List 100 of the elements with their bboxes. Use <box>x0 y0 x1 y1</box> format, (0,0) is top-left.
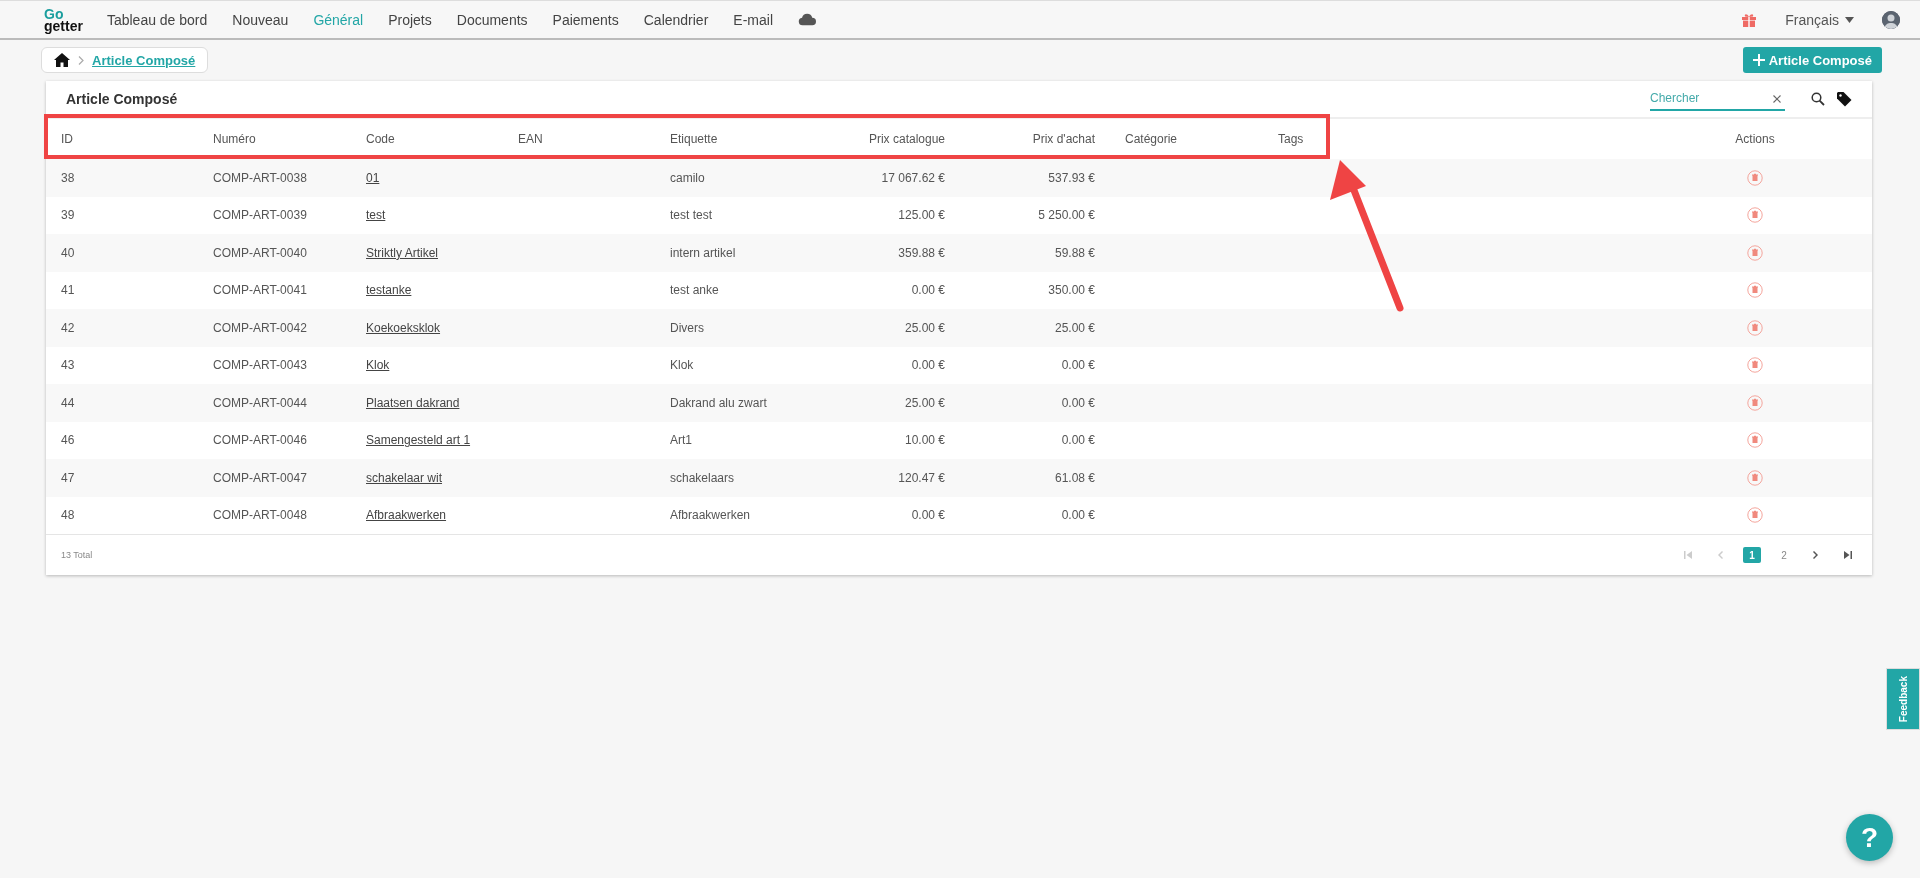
table-cell-text: 44 <box>60 395 76 410</box>
nav-item[interactable]: Paiements <box>552 11 619 28</box>
language-dropdown[interactable]: Français <box>1785 11 1854 28</box>
table-cell-text: Dakrand alu zwart <box>669 395 768 410</box>
table-cell-text: 17 067.62 € <box>880 170 946 185</box>
table-cell-text: 0.00 € <box>910 508 946 523</box>
delete-icon[interactable] <box>1747 432 1763 449</box>
delete-icon[interactable] <box>1747 244 1763 261</box>
table-cell-text: 43 <box>60 358 76 373</box>
table-cell-text: 46 <box>60 433 76 448</box>
code-link[interactable]: Koekoeksklok <box>366 320 441 335</box>
delete-icon[interactable] <box>1747 469 1763 486</box>
code-link[interactable]: schakelaar wit <box>366 470 443 485</box>
table-cell-text: 25.00 € <box>1053 320 1096 335</box>
table-cell-text: COMP-ART-0046 <box>212 433 308 448</box>
tag-icon[interactable] <box>1837 91 1852 107</box>
table-cell-text: schakelaars <box>669 470 736 485</box>
table-cell-text: test anke <box>669 283 720 298</box>
nav-item[interactable]: Nouveau <box>232 11 289 28</box>
table-cell-text: intern artikel <box>669 245 737 260</box>
search-field[interactable]: Chercher <box>1650 87 1785 111</box>
delete-icon[interactable] <box>1747 357 1763 374</box>
table-cell-text: test test <box>669 208 714 223</box>
table-cell-text: 125.00 € <box>897 208 946 223</box>
code-link[interactable]: testanke <box>366 283 412 298</box>
column-header[interactable]: Prix d'achat <box>960 132 1110 146</box>
plus-icon <box>1752 54 1765 66</box>
chevron-icon <box>78 55 84 65</box>
table-cell-text: 359.88 € <box>897 245 946 260</box>
avatar[interactable] <box>1882 10 1900 29</box>
table-cell-text: 39 <box>60 208 76 223</box>
column-header[interactable]: Prix catalogue <box>807 132 960 146</box>
code-link[interactable]: 01 <box>366 170 380 185</box>
column-header[interactable]: Tags <box>1263 132 1415 146</box>
table-cell-text: Afbraakwerken <box>669 508 752 523</box>
table-cell-text: 25.00 € <box>903 395 946 410</box>
table-cell-text: 42 <box>60 320 76 335</box>
clear-icon[interactable] <box>1773 95 1781 103</box>
nav-item[interactable]: Tableau de bord <box>106 11 208 28</box>
search-icon[interactable] <box>1811 92 1825 106</box>
table-cell-text: 25.00 € <box>903 320 946 335</box>
column-header[interactable]: Numéro <box>198 132 351 146</box>
page-button[interactable]: 2 <box>1775 547 1793 563</box>
code-link[interactable]: Plaatsen dakrand <box>366 395 460 410</box>
delete-icon[interactable] <box>1747 319 1763 336</box>
table-cell-text: COMP-ART-0042 <box>212 320 308 335</box>
column-header[interactable]: Code <box>351 132 503 146</box>
column-header[interactable]: Catégorie <box>1110 132 1263 146</box>
table-cell-text: 0.00 € <box>1060 358 1096 373</box>
table-cell-text: 47 <box>60 470 76 485</box>
column-header[interactable]: EAN <box>503 132 655 146</box>
code-link[interactable]: test <box>366 208 386 223</box>
code-link[interactable]: Klok <box>366 358 390 373</box>
column-header: Actions <box>1735 132 1775 146</box>
table-cell-text: COMP-ART-0047 <box>212 470 308 485</box>
nav-item[interactable]: Documents <box>456 11 528 28</box>
table-cell-text: 0.00 € <box>910 283 946 298</box>
table-cell-text: 40 <box>60 245 76 260</box>
table-cell-text: 38 <box>60 170 76 185</box>
table-cell-text: COMP-ART-0038 <box>212 170 308 185</box>
delete-icon[interactable] <box>1747 169 1763 186</box>
table-cell-text: COMP-ART-0039 <box>212 208 308 223</box>
table-cell-text: 350.00 € <box>1047 283 1096 298</box>
table-cell-text: Art1 <box>669 433 693 448</box>
total-count: 13 Total <box>61 550 94 560</box>
logo[interactable]: Go getter <box>44 7 83 32</box>
table-cell-text: 59.88 € <box>1053 245 1096 260</box>
table-cell-text: COMP-ART-0048 <box>212 508 308 523</box>
delete-icon[interactable] <box>1747 394 1763 411</box>
caret-icon <box>1845 16 1854 23</box>
nav-item[interactable]: Calendrier <box>643 11 709 28</box>
table-cell-text: Divers <box>669 320 705 335</box>
home-icon[interactable] <box>54 53 70 67</box>
column-header[interactable]: ID <box>46 132 198 146</box>
table-cell-text: camilo <box>669 170 706 185</box>
card-title: Article Composé <box>66 91 179 107</box>
nav-item[interactable]: E-mail <box>733 11 773 28</box>
table-cell-text: Klok <box>669 358 695 373</box>
table-cell-text: 48 <box>60 508 76 523</box>
table-cell-text: 10.00 € <box>903 433 946 448</box>
code-link[interactable]: Samengesteld art 1 <box>366 433 471 448</box>
code-link[interactable]: Afbraakwerken <box>366 508 447 523</box>
table-cell-text: 41 <box>60 283 76 298</box>
table-cell-text: COMP-ART-0041 <box>212 283 308 298</box>
delete-icon[interactable] <box>1747 507 1763 524</box>
table-cell-text: 0.00 € <box>1060 433 1096 448</box>
table-cell-text: COMP-ART-0044 <box>212 395 308 410</box>
nav-item[interactable]: Projets <box>388 11 432 28</box>
table-cell-text: COMP-ART-0040 <box>212 245 308 260</box>
table-cell-text: 5 250.00 € <box>1037 208 1096 223</box>
table-cell-text: 61.08 € <box>1053 470 1096 485</box>
delete-icon[interactable] <box>1747 282 1763 299</box>
column-header[interactable]: Etiquette <box>655 132 807 146</box>
table-cell-text: COMP-ART-0043 <box>212 358 308 373</box>
table-cell-text: 537.93 € <box>1047 170 1096 185</box>
table-cell-text: 120.47 € <box>897 470 946 485</box>
delete-icon[interactable] <box>1747 207 1763 224</box>
code-link[interactable]: Striktly Artikel <box>366 245 438 260</box>
table-cell-text: 0.00 € <box>1060 508 1096 523</box>
table-cell-text: 0.00 € <box>910 358 946 373</box>
